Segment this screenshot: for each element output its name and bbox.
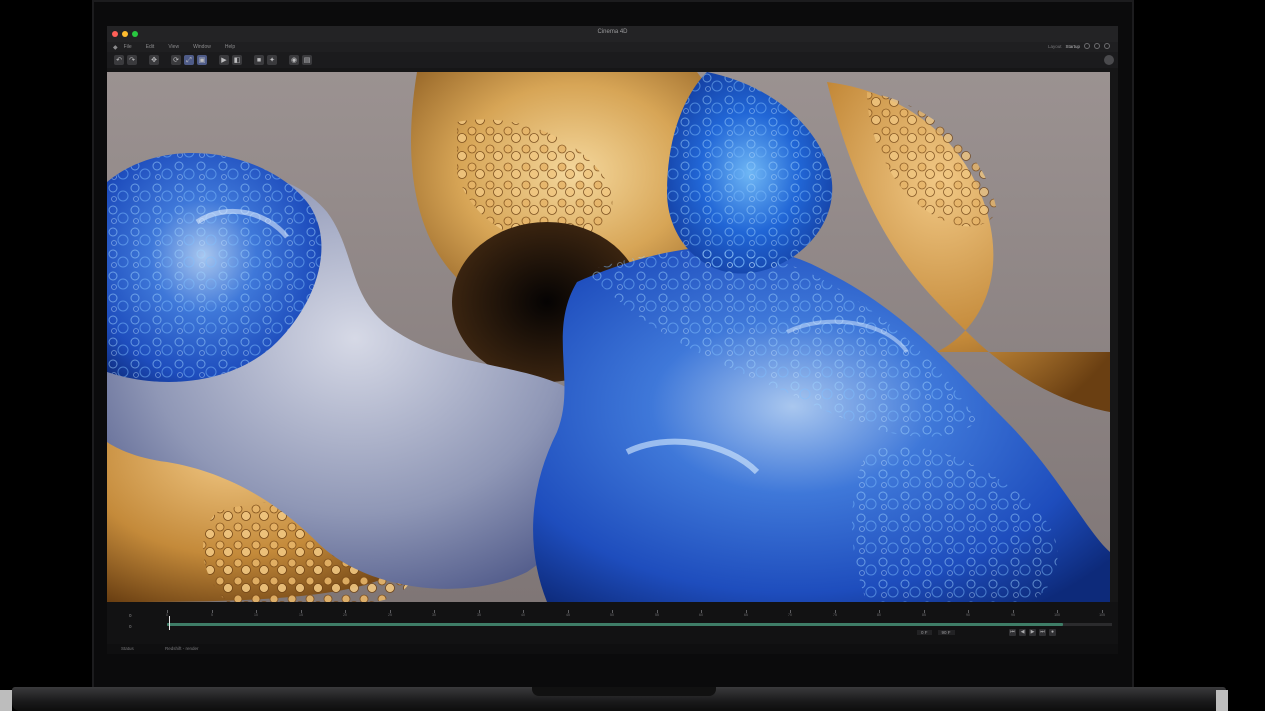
menu-file[interactable]: File (124, 44, 132, 50)
ruler-tick-label: 30 (432, 613, 436, 617)
undo-icon[interactable]: ↶ (114, 55, 124, 65)
ruler-tick-label: 15 (299, 613, 303, 617)
timeline-ruler[interactable]: 0 5 10 15 20 25 30 35 40 45 50 55 60 65 70 75 80 85 90 95 10… (166, 610, 1112, 618)
help-icon[interactable] (1094, 43, 1100, 49)
menu-bar: ◆ File Edit View Window Help Layout Star… (107, 42, 1118, 52)
ruler-tick-label: 100 (1054, 613, 1060, 617)
cube-icon[interactable]: ■ (254, 55, 264, 65)
scale-icon[interactable]: ⤢ (184, 55, 194, 65)
ruler-tick-label: 25 (388, 613, 392, 617)
render-settings-icon[interactable]: ◧ (232, 55, 242, 65)
rotate-icon[interactable]: ⟳ (171, 55, 181, 65)
ruler-tick-label: 55 (655, 613, 659, 617)
laptop-foot-left (0, 690, 12, 711)
ruler-tick-label: 5 (211, 613, 213, 617)
timeline-start-label: 0 (129, 613, 132, 618)
timeline-progress (167, 623, 1063, 626)
render-image (107, 72, 1110, 602)
status-bar: Status Redshift - render (107, 644, 1118, 654)
go-to-end-icon[interactable]: ⏭ (1039, 629, 1046, 636)
record-icon[interactable]: ● (1049, 629, 1056, 636)
ruler-tick-label: 90 (966, 613, 970, 617)
frame-range-fields: 0 F 90 F (917, 630, 955, 635)
menu-help[interactable]: Help (225, 44, 235, 50)
ruler-tick-label: 35 (477, 613, 481, 617)
ruler-tick-label: 40 (521, 613, 525, 617)
ruler-tick-label: 65 (744, 613, 748, 617)
render-icon[interactable]: ▶ (219, 55, 229, 65)
frame-end-field[interactable]: 90 F (937, 630, 955, 635)
camera-icon[interactable]: ◉ (289, 55, 299, 65)
ruler-tick-label: 20 (343, 613, 347, 617)
status-message: Redshift - render (165, 646, 199, 651)
ruler-tick-label: 75 (833, 613, 837, 617)
go-to-start-icon[interactable]: ⏮ (1009, 629, 1016, 636)
settings-icon[interactable] (1104, 55, 1114, 65)
window-title: Cinema 4D (597, 29, 628, 35)
light-icon[interactable]: ✦ (267, 55, 277, 65)
timeline-playhead[interactable] (169, 616, 170, 630)
ruler-tick-label: 85 (922, 613, 926, 617)
menu-edit[interactable]: Edit (146, 44, 155, 50)
frame-start-field[interactable]: 0 F (917, 630, 932, 635)
ruler-tick-label: 10 (254, 613, 258, 617)
ruler-tick-label: 80 (877, 613, 881, 617)
search-icon[interactable] (1084, 43, 1090, 49)
app-icon[interactable]: ◆ (113, 44, 118, 51)
step-back-icon[interactable]: ◀ (1019, 629, 1026, 636)
status-label: Status (121, 646, 134, 651)
ruler-tick-label: 45 (566, 613, 570, 617)
laptop-opening-groove (532, 687, 716, 696)
view-icon[interactable]: ▤ (302, 55, 312, 65)
ruler-tick-label: 95 (1011, 613, 1015, 617)
app-window: Cinema 4D ◆ File Edit View Window Help L… (107, 26, 1118, 654)
render-viewport[interactable] (107, 72, 1110, 602)
account-icon[interactable] (1104, 43, 1110, 49)
timeline-current-label: 0 (129, 624, 132, 629)
ruler-tick-label: 60 (699, 613, 703, 617)
menu-view[interactable]: View (168, 44, 179, 50)
play-icon[interactable]: ▶ (1029, 629, 1036, 636)
laptop-base (12, 687, 1226, 711)
timeline-panel: 0 0 0 5 10 15 20 25 30 35 40 45 50 55 60 65 70 75 80 85 90… (107, 602, 1118, 654)
title-bar: Cinema 4D (107, 26, 1118, 42)
ruler-tick-label: 70 (788, 613, 792, 617)
select-icon[interactable]: ▣ (197, 55, 207, 65)
move-icon[interactable]: ✥ (149, 55, 159, 65)
menubar-right: Layout Startup (1048, 43, 1110, 49)
layout-selector[interactable]: Startup (1065, 44, 1080, 49)
ruler-tick-label: 50 (610, 613, 614, 617)
ruler-tick-label: 0 (166, 613, 168, 617)
laptop-foot-right (1216, 690, 1228, 711)
layout-label: Layout (1047, 43, 1062, 49)
toolbar: ↶ ↷ ✥ ⟳ ⤢ ▣ ▶ ◧ ■ ✦ ◉ ▤ (107, 52, 1118, 68)
menu-window[interactable]: Window (193, 44, 211, 50)
redo-icon[interactable]: ↷ (127, 55, 137, 65)
transport-controls: ⏮ ◀ ▶ ⏭ ● (1009, 629, 1056, 636)
ruler-tick-label: 105 (1099, 613, 1105, 617)
